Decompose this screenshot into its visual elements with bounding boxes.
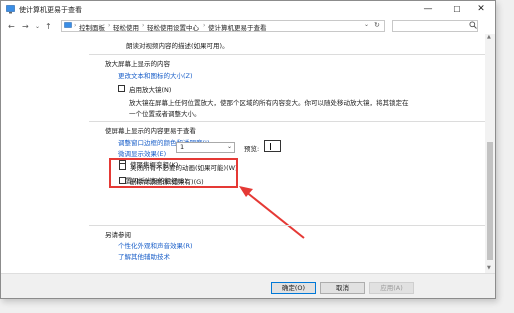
highlight-box [109,158,238,188]
section-header-magnify: 放大屏幕上显示的内容 [105,60,170,68]
section-header-see-also: 另请参阅 [105,231,131,239]
cursor-preview [264,140,281,152]
cursor-thickness-value: 1 [180,143,185,151]
address-dropdown-icon[interactable]: ⌄ [364,21,369,28]
arrow-up-icon: ↑ [45,22,52,31]
button-bar: 确定(O) 取消 应用(A) [1,273,495,298]
control-panel-icon [64,22,72,28]
breadcrumb-current[interactable]: 使计算机更易于查看 [208,22,267,32]
breadcrumb-ease-center[interactable]: 轻松使用设置中心 [147,22,199,32]
window-title: 使计算机更易于查看 [19,6,82,14]
arrow-right-icon: → [22,22,29,31]
change-text-size-link[interactable]: 更改文本和图标的大小(Z) [118,70,193,80]
chevron-down-icon: ⌄ [226,143,232,150]
minimize-icon: — [423,4,433,14]
cancel-button[interactable]: 取消 [320,282,365,294]
breadcrumb-separator: › [203,22,206,29]
fine-tune-display-link[interactable]: 微调显示效果(E) [118,148,166,158]
breadcrumb-separator: › [142,22,145,29]
audio-description-text: 朗读对视频内容的描述(如果可用)。 [126,42,229,50]
close-icon: ✕ [477,4,485,14]
divider [89,121,485,122]
personalize-link[interactable]: 个性化外观和声音效果(R) [118,240,193,250]
up-button[interactable]: ↑ [45,20,52,33]
scroll-down-icon[interactable]: ▼ [487,265,491,271]
window: 使计算机更易于查看 — ☐ ✕ ← → ⌄ ↑ › 控制面板 › 轻松使用 › … [0,0,496,299]
magnifier-checkbox[interactable] [118,85,125,92]
breadcrumb-control-panel[interactable]: 控制面板 [79,22,105,32]
search-icon [469,21,477,29]
minimize-button[interactable]: — [416,1,440,18]
breadcrumb-separator: › [108,22,111,29]
maximize-button[interactable]: ☐ [445,1,469,18]
maximize-icon: ☐ [453,5,461,14]
scrollbar-thumb[interactable] [487,142,493,260]
magnifier-description-line2: 一个位置或者调整大小。 [129,110,201,118]
cursor-caret [270,143,271,150]
arrow-left-icon: ← [8,22,15,31]
close-button[interactable]: ✕ [469,1,493,18]
scrollbar[interactable]: ▲ ▼ [485,34,495,273]
magnifier-description-line1: 放大镜在屏幕上任何位置放大，使那个区域的所有内容变大。你可以随处移动放大镜，将其… [129,99,409,107]
recent-dropdown[interactable]: ⌄ [35,20,40,33]
breadcrumb-separator: › [74,22,77,29]
assistive-tech-link[interactable]: 了解其他辅助技术 [118,251,170,261]
search-input[interactable] [392,20,478,32]
address-bar[interactable]: › 控制面板 › 轻松使用 › 轻松使用设置中心 › 使计算机更易于查看 ⌄ ↻ [61,20,385,32]
divider [89,225,485,226]
section-header-visibility: 使屏幕上显示的内容更易于查看 [105,127,196,135]
divider [89,54,485,55]
cursor-thickness-select[interactable]: 1 ⌄ [176,142,235,153]
address-row: ← → ⌄ ↑ › 控制面板 › 轻松使用 › 轻松使用设置中心 › 使计算机更… [1,19,495,34]
refresh-icon[interactable]: ↻ [374,21,380,29]
apply-button[interactable]: 应用(A) [369,282,414,294]
forward-button[interactable]: → [22,20,29,33]
ok-button[interactable]: 确定(O) [271,282,316,294]
chevron-down-icon: ⌄ [35,23,41,30]
control-panel-app-icon [6,5,15,14]
title-bar: 使计算机更易于查看 — ☐ ✕ [1,1,495,18]
breadcrumb-ease-of-access[interactable]: 轻松使用 [113,22,139,32]
preview-label: 预览: [244,145,260,153]
scroll-up-icon[interactable]: ▲ [487,34,491,40]
magnifier-checkbox-label: 启用放大镜(N) [129,86,172,94]
annotation-arrow [239,186,305,239]
back-button[interactable]: ← [8,20,15,33]
